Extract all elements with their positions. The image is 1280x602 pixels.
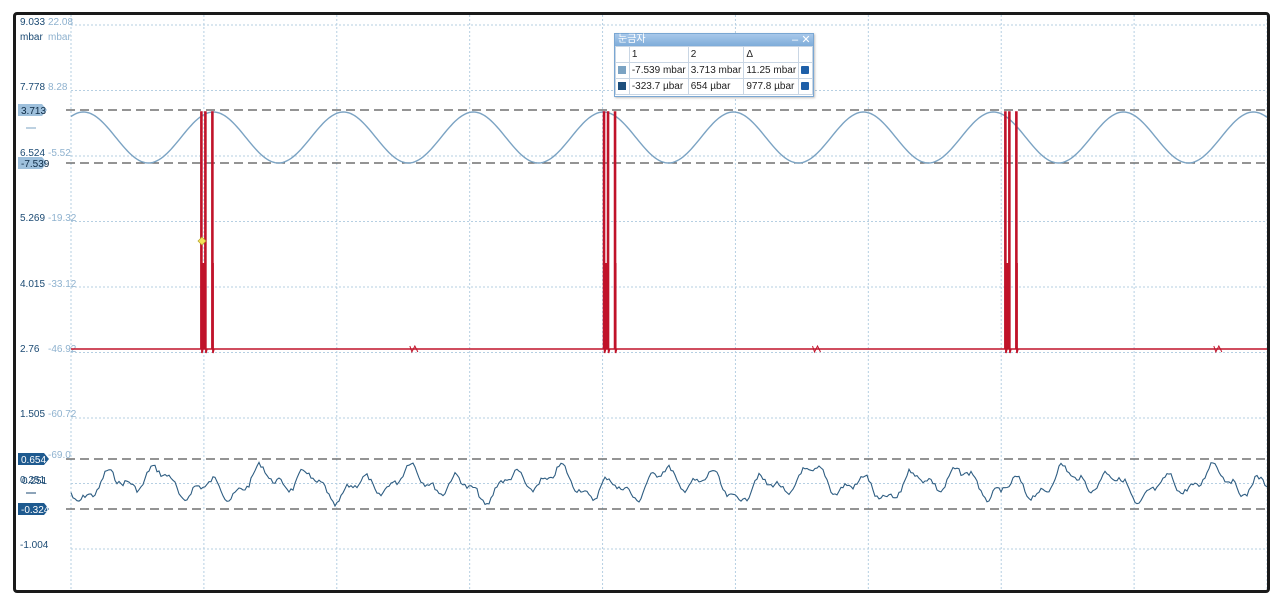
series2-small-blip <box>409 344 419 354</box>
cursor-tag-low-series3-text: -0.324 <box>21 505 50 516</box>
cursor-row-1: -7.539 mbar 3.713 mbar 11.25 mbar <box>615 62 813 79</box>
cursor-table-header: 1 2 Δ <box>615 46 813 63</box>
lock-icon[interactable] <box>801 66 810 75</box>
series3-center-label: 0.251 <box>22 476 47 487</box>
right-axis-tick-label: -60.72 <box>48 409 77 420</box>
row2-value1: -323.7 µbar <box>628 78 689 95</box>
series2-burst-mark <box>1015 263 1018 349</box>
left-axis-tick-label: 1.505 <box>20 409 45 420</box>
series3-noise-trace <box>70 461 1267 508</box>
series2-pulse-trace <box>71 111 1267 354</box>
right-axis-tick-label: -19.32 <box>48 213 77 224</box>
right-axis-tick-label: 22.08 <box>48 17 73 28</box>
left-axis-tick-label: 4.015 <box>20 279 45 290</box>
header-delta: Δ <box>743 46 800 63</box>
right-axis-tick-label: 8.28 <box>48 82 68 93</box>
right-axis-tick-label: -33.12 <box>48 279 77 290</box>
oscilloscope-plot: 9.0337.7786.5245.2694.0152.761.5050.251-… <box>18 15 1267 590</box>
series2-burst-mark <box>211 263 214 349</box>
row2-color-swatch <box>618 82 626 91</box>
left-axis-unit-label: mbar <box>20 32 43 43</box>
series2-burst-mark <box>604 263 608 349</box>
row2-swatch-cell <box>615 78 630 95</box>
cursor-panel-titlebar[interactable]: 눈금자 – ✕ <box>615 34 813 46</box>
left-axis-tick-label: 5.269 <box>20 213 45 224</box>
row2-delta: 977.8 µbar <box>743 78 800 95</box>
series2-burst-mark <box>201 263 205 349</box>
header-lock-blank <box>798 46 813 63</box>
row1-value1: -7.539 mbar <box>628 62 689 79</box>
row1-delta: 11.25 mbar <box>743 62 800 79</box>
cursor-panel-title: 눈금자 <box>618 34 646 45</box>
row2-value2: 654 µbar <box>687 78 745 95</box>
series2-burst-mark <box>1005 263 1009 349</box>
cursor-row-2: -323.7 µbar 654 µbar 977.8 µbar <box>615 78 813 95</box>
series1-sine-trace <box>70 111 1267 164</box>
minimize-icon[interactable]: – <box>790 34 800 46</box>
row1-swatch-cell <box>615 62 630 79</box>
row1-color-swatch <box>618 66 626 75</box>
right-axis-tick-label: -5.52 <box>48 148 71 159</box>
row1-value2: 3.713 mbar <box>687 62 745 79</box>
left-axis-tick-label: 9.033 <box>20 17 45 28</box>
series2-burst-mark <box>614 263 617 349</box>
left-axis-tick-label: 7.778 <box>20 82 45 93</box>
row2-lock-cell <box>798 78 813 95</box>
scope-frame: 9.033 7.778 6.524 5.269 4.015 2.76 1.505 0.251-… <box>13 12 1270 593</box>
header-col2: 2 <box>687 46 745 63</box>
left-axis-tick-label: 2.76 <box>20 344 40 355</box>
row1-lock-cell <box>798 62 813 79</box>
cursor-tag-high-series3-text: 0.654 <box>21 455 46 466</box>
cursor-tag-low-series1-text: -7.539 <box>21 159 50 170</box>
close-icon[interactable]: ✕ <box>801 34 811 46</box>
cursor-panel[interactable]: 눈금자 – ✕ 1 2 Δ -7.539 mbar 3.713 mbar 11.… <box>614 33 814 97</box>
left-axis-tick-label: -1.004 <box>20 540 49 551</box>
series2-small-blip <box>1213 344 1223 354</box>
lock-icon[interactable] <box>801 82 810 91</box>
cursor-table: 1 2 Δ -7.539 mbar 3.713 mbar 11.25 mbar … <box>615 46 813 95</box>
header-blank <box>615 46 630 63</box>
cursor-tag-high-series1-text: 3.713 <box>21 106 46 117</box>
right-axis-unit-label: mbar <box>48 32 71 43</box>
header-col1: 1 <box>628 46 689 63</box>
series2-small-blip <box>812 344 821 354</box>
